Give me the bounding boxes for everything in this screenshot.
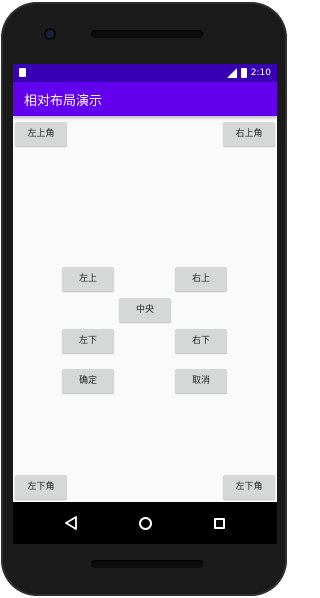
navigation-bar: [13, 502, 277, 544]
relative-layout-content: 左上角 右上角 左上 右上 中央 左下 右下 确定 取消 左下角 左下角: [13, 116, 277, 502]
page-title: 相对布局演示: [24, 94, 103, 109]
status-bar: 2:10: [13, 64, 277, 82]
upper-left-button[interactable]: 左上: [62, 267, 114, 291]
upper-right-button[interactable]: 右上: [175, 267, 227, 291]
phone-frame: 2:10 相对布局演示 左上角 右上角 左上 右上 中央 左下 右下 确定 取消…: [1, 2, 287, 596]
top-speaker: [91, 30, 203, 38]
confirm-button[interactable]: 确定: [62, 369, 114, 393]
screen: 2:10 相对布局演示 左上角 右上角 左上 右上 中央 左下 右下 确定 取消…: [13, 64, 277, 544]
recent-apps-icon[interactable]: [214, 518, 225, 529]
bottom-speaker: [91, 560, 203, 568]
status-icons: 2:10: [226, 64, 271, 82]
top-right-corner-button[interactable]: 右上角: [223, 122, 275, 146]
app-bar: 相对布局演示: [13, 82, 277, 116]
cancel-button[interactable]: 取消: [175, 369, 227, 393]
battery-icon: [240, 68, 247, 78]
back-icon[interactable]: [65, 516, 77, 530]
lower-right-button[interactable]: 右下: [175, 329, 227, 353]
sd-card-icon: [19, 68, 26, 77]
status-clock: 2:10: [250, 68, 271, 78]
bottom-left-corner-button[interactable]: 左下角: [15, 475, 67, 499]
top-left-corner-button[interactable]: 左上角: [15, 122, 67, 146]
center-button[interactable]: 中央: [119, 298, 171, 322]
front-camera: [46, 30, 54, 38]
home-icon[interactable]: [139, 517, 152, 530]
signal-icon: [226, 68, 237, 78]
lower-left-button[interactable]: 左下: [62, 329, 114, 353]
bottom-right-corner-button[interactable]: 左下角: [223, 475, 275, 499]
